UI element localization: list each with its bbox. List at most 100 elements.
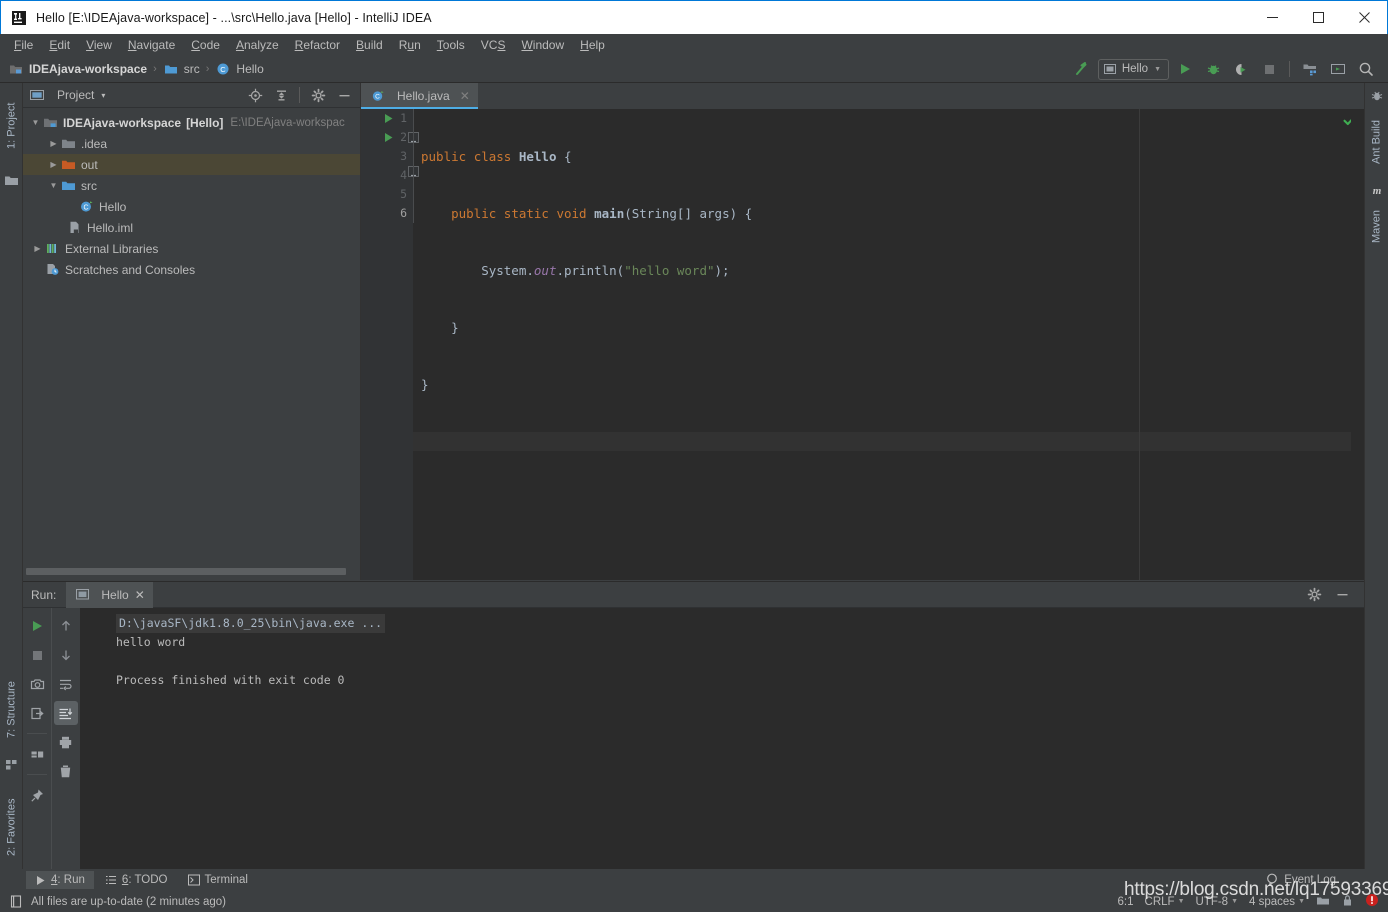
menu-navigate[interactable]: Navigate: [120, 36, 183, 54]
clear-all-button[interactable]: [54, 759, 78, 783]
run-button[interactable]: [1173, 58, 1197, 80]
breadcrumb-separator: ›: [153, 63, 157, 75]
editor-scrollbar[interactable]: [1351, 109, 1364, 580]
maximize-button[interactable]: [1295, 1, 1341, 34]
sidebar-item-favorites[interactable]: 2: Favorites: [0, 783, 23, 871]
collapse-all-icon[interactable]: [269, 84, 293, 106]
scrollbar-thumb[interactable]: [26, 568, 346, 575]
menu-view[interactable]: View: [78, 36, 120, 54]
editor-tab-hello-java[interactable]: C Hello.java ✕: [361, 83, 478, 109]
print-screen-button[interactable]: [25, 672, 49, 696]
tree-row-hello-class[interactable]: C Hello: [23, 196, 360, 217]
pin-tab-button[interactable]: [25, 783, 49, 807]
menu-vcs[interactable]: VCS: [473, 36, 514, 54]
structure-icon[interactable]: [4, 757, 19, 772]
locate-target-icon[interactable]: [243, 84, 267, 106]
editor-gutter[interactable]: 1 2 3 4 5 6: [361, 109, 413, 580]
bottom-item-terminal[interactable]: Terminal: [179, 871, 257, 889]
breadcrumb-item-class[interactable]: Hello: [236, 62, 263, 76]
stop-button[interactable]: [25, 643, 49, 667]
event-log-button[interactable]: Event Log: [1266, 873, 1336, 886]
lock-indicator[interactable]: [1341, 894, 1354, 910]
run-class-gutter-icon[interactable]: [383, 109, 395, 128]
menu-help[interactable]: Help: [572, 36, 613, 54]
menu-edit[interactable]: Edit: [41, 36, 78, 54]
menu-build[interactable]: Build: [348, 36, 391, 54]
caret-position[interactable]: 6:1: [1118, 896, 1134, 908]
soft-wrap-button[interactable]: [54, 672, 78, 696]
layout-button[interactable]: [25, 742, 49, 766]
menu-run[interactable]: Run: [391, 36, 429, 54]
encoding-selector[interactable]: UTF-8 ▼: [1196, 896, 1239, 908]
maven-icon[interactable]: m: [1370, 183, 1385, 198]
tree-row-project-root[interactable]: ▼ IDEAjava-workspace [Hello] E:\IDEAjava…: [23, 112, 360, 133]
gear-icon[interactable]: [306, 84, 330, 106]
project-structure-button[interactable]: [1298, 58, 1322, 80]
menu-tools[interactable]: Tools: [429, 36, 473, 54]
run-tab-hello[interactable]: Hello ✕: [66, 581, 153, 608]
line-separator-selector[interactable]: CRLF ▼: [1145, 896, 1185, 908]
close-icon[interactable]: ✕: [135, 588, 145, 602]
code-editor[interactable]: 1 2 3 4 5 6 public class Hello {public …: [361, 109, 1364, 580]
run-panel-label: Run:: [31, 587, 57, 602]
folder-icon: [60, 136, 76, 152]
settings-button[interactable]: [1326, 58, 1350, 80]
bottom-item-todo[interactable]: 6: TODO: [96, 871, 177, 889]
expand-arrow-icon[interactable]: ▶: [47, 139, 60, 148]
git-branch-indicator[interactable]: [1316, 894, 1330, 910]
close-button[interactable]: [1341, 1, 1387, 34]
chevron-down-icon[interactable]: ▾: [101, 91, 105, 100]
menu-analyze[interactable]: Analyze: [228, 36, 287, 54]
tree-row-scratches[interactable]: Scratches and Consoles: [23, 259, 360, 280]
menu-code[interactable]: Code: [183, 36, 228, 54]
breadcrumb-item-src[interactable]: src: [184, 62, 200, 76]
error-indicator[interactable]: [1365, 893, 1379, 910]
ant-build-icon[interactable]: [1370, 89, 1385, 104]
hide-panel-icon[interactable]: [1330, 584, 1354, 606]
expand-arrow-icon[interactable]: ▶: [31, 244, 44, 253]
hide-panel-icon[interactable]: [332, 84, 356, 106]
tree-row-hello-iml[interactable]: Hello.iml: [23, 217, 360, 238]
collapse-arrow-icon[interactable]: ▼: [47, 181, 60, 190]
sidebar-item-maven[interactable]: Maven: [1365, 199, 1388, 253]
stop-button[interactable]: [1257, 58, 1281, 80]
up-the-stack-button[interactable]: [54, 614, 78, 638]
indent-selector[interactable]: 4 spaces ▼: [1249, 896, 1305, 908]
menu-window[interactable]: Window: [513, 36, 572, 54]
gear-icon[interactable]: [1302, 584, 1326, 606]
down-the-stack-button[interactable]: [54, 643, 78, 667]
scroll-to-end-button[interactable]: [53, 701, 78, 725]
tree-row-external-libraries[interactable]: ▶ External Libraries: [23, 238, 360, 259]
menu-file[interactable]: File: [6, 36, 41, 54]
export-button[interactable]: [25, 701, 49, 725]
project-panel-horizontal-scrollbar[interactable]: [26, 567, 351, 576]
breadcrumb-item-project[interactable]: IDEAjava-workspace: [29, 62, 147, 76]
svg-text:m: m: [1373, 185, 1382, 197]
code-content[interactable]: public class Hello { public static void …: [413, 109, 1364, 580]
sidebar-item-structure[interactable]: 7: Structure: [0, 668, 23, 752]
run-with-coverage-button[interactable]: [1229, 58, 1253, 80]
tree-row-idea[interactable]: ▶ .idea: [23, 133, 360, 154]
editor-tab-label: Hello.java: [397, 89, 450, 103]
build-hammer-icon[interactable]: [1070, 58, 1094, 80]
tree-row-src[interactable]: ▼ src: [23, 175, 360, 196]
expand-arrow-icon[interactable]: ▼: [29, 118, 42, 127]
run-method-gutter-icon[interactable]: [383, 128, 395, 147]
search-everywhere-button[interactable]: [1354, 58, 1378, 80]
tree-row-out[interactable]: ▶ out: [23, 154, 360, 175]
bottom-item-run[interactable]: 4: Run: [26, 871, 94, 889]
tree-label: External Libraries: [65, 241, 159, 256]
sidebar-item-project[interactable]: 1: Project: [0, 87, 23, 165]
close-icon[interactable]: ✕: [460, 89, 470, 103]
run-configuration-selector[interactable]: Hello ▼: [1097, 58, 1169, 80]
menu-refactor[interactable]: Refactor: [287, 36, 348, 54]
minimize-button[interactable]: [1249, 1, 1295, 34]
sidebar-item-ant-build[interactable]: Ant Build: [1365, 107, 1388, 177]
print-button[interactable]: [54, 730, 78, 754]
console-output[interactable]: D:\javaSF\jdk1.8.0_25\bin\java.exe ... h…: [80, 608, 1364, 870]
expand-arrow-icon[interactable]: ▶: [47, 160, 60, 169]
rerun-button[interactable]: [25, 614, 49, 638]
folder-icon[interactable]: [4, 173, 19, 188]
debug-button[interactable]: [1201, 58, 1225, 80]
